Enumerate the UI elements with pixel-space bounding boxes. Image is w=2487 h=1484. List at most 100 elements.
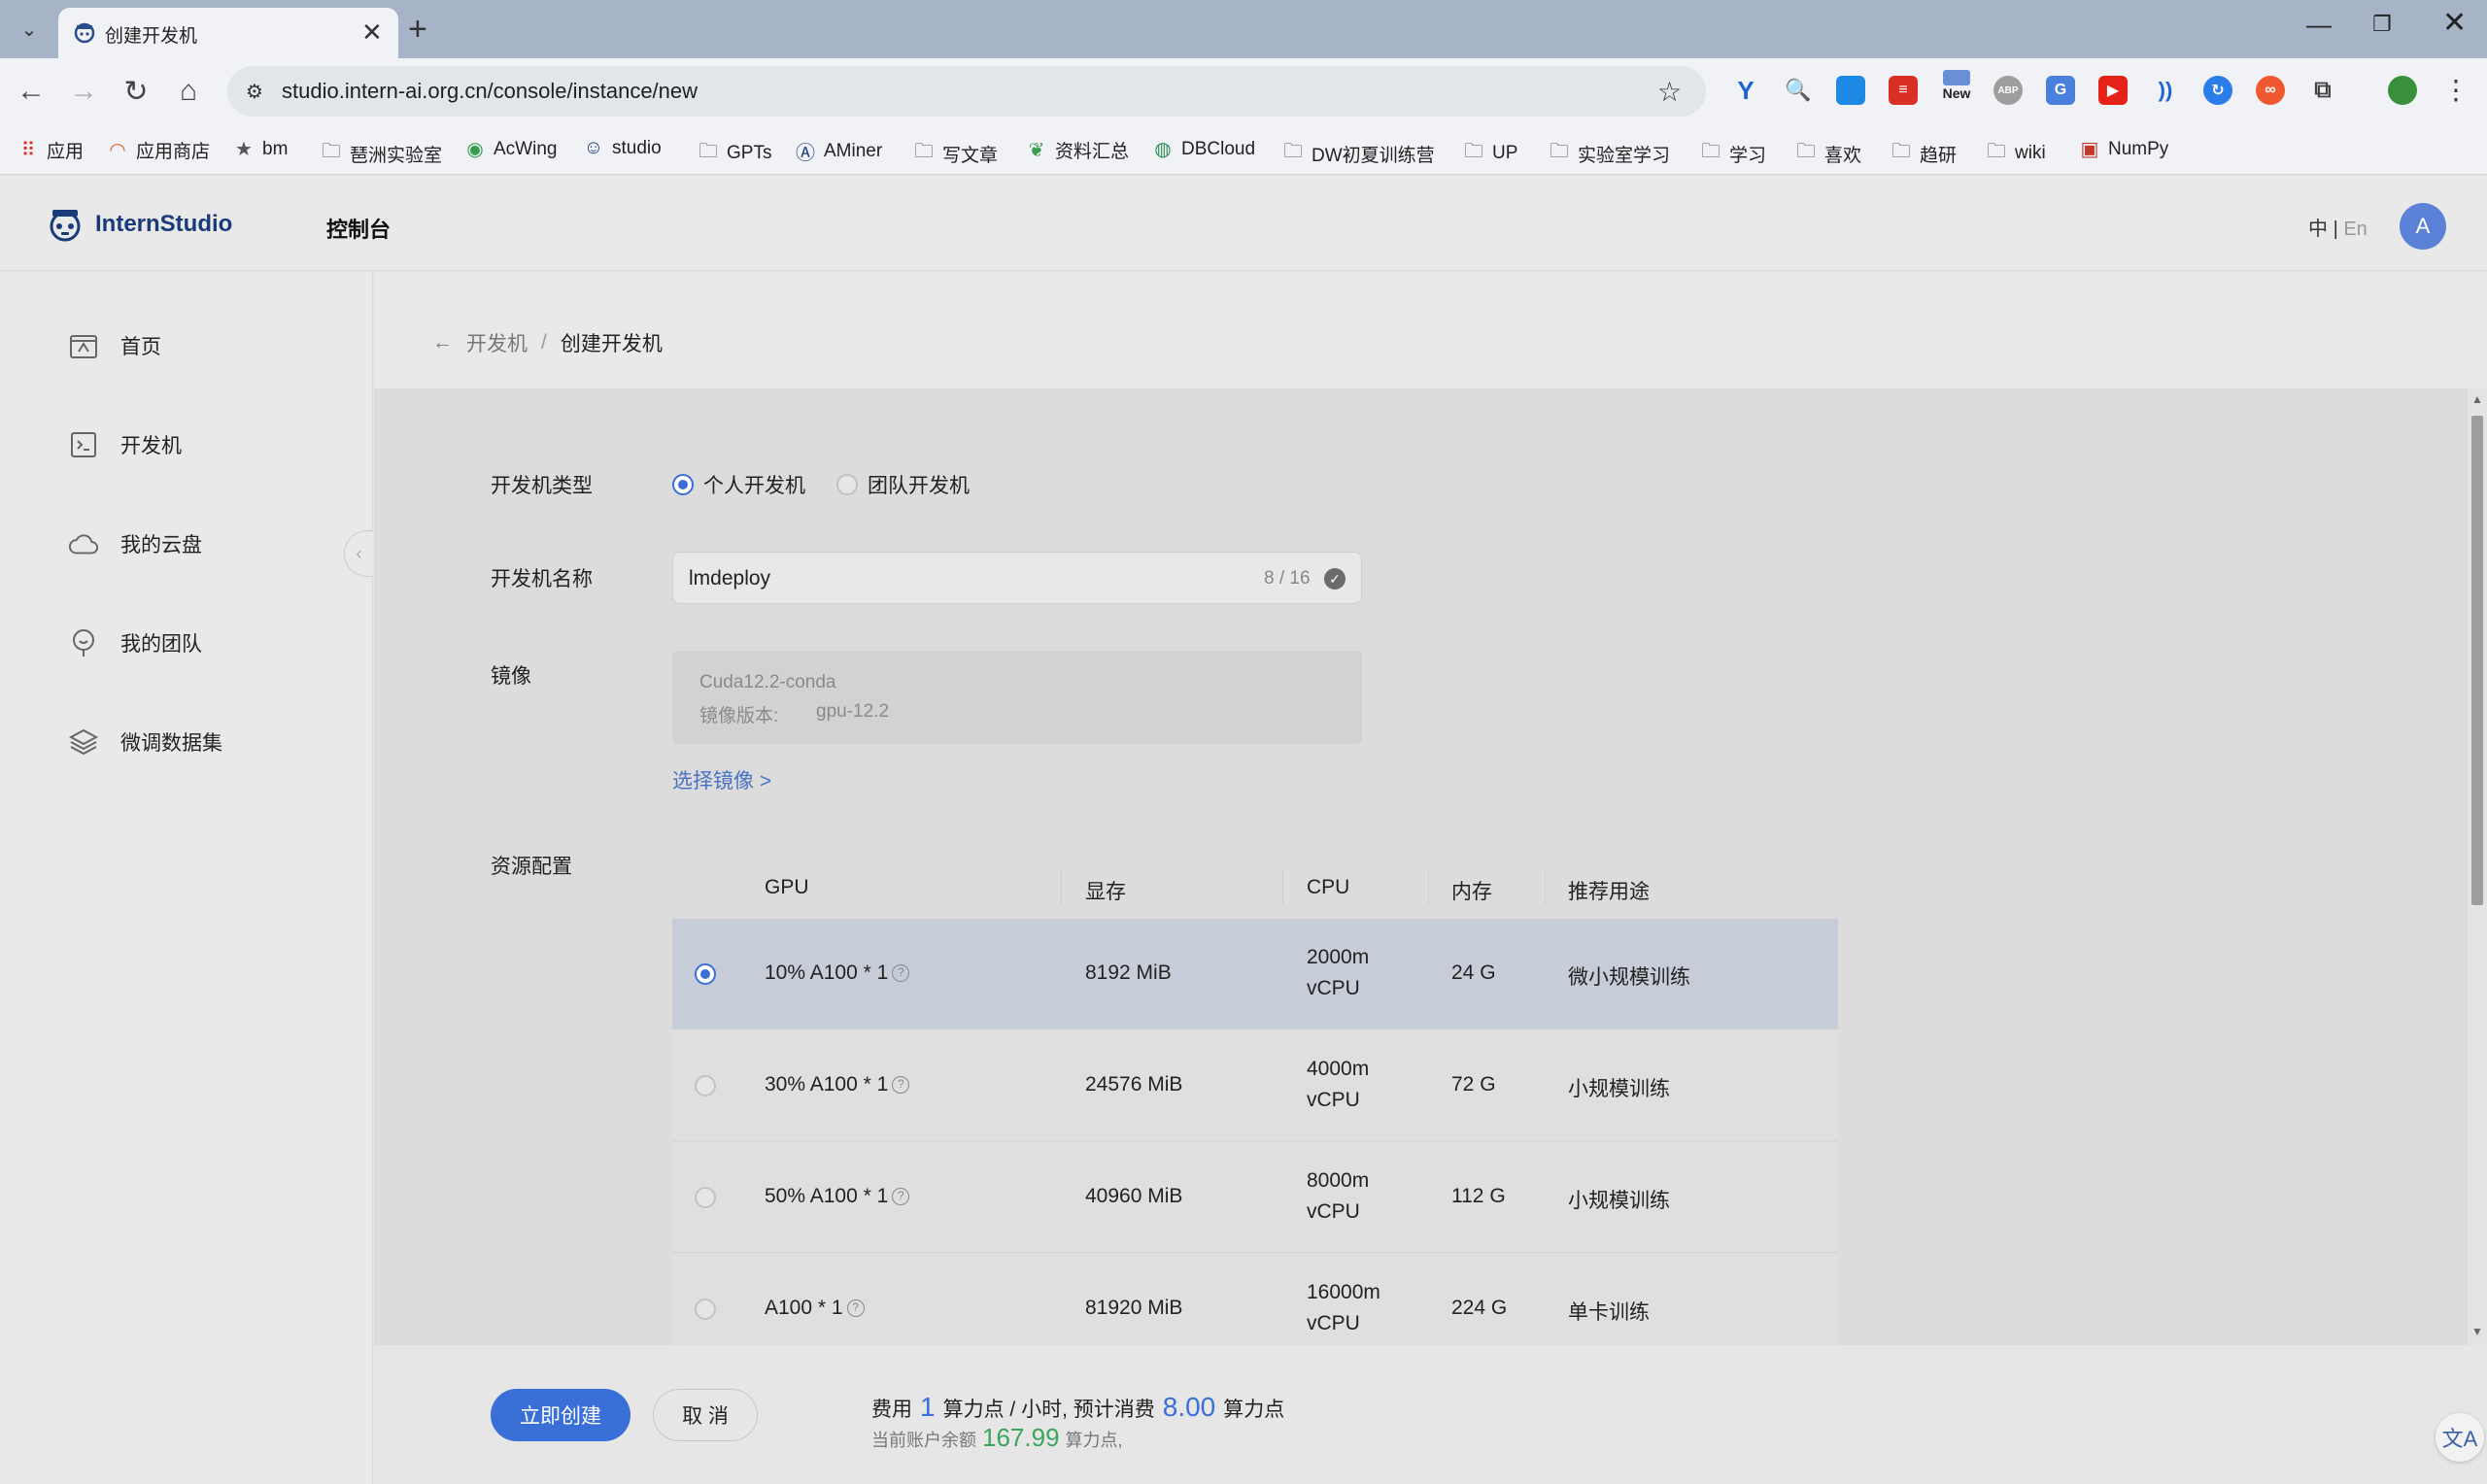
wave-extension-icon[interactable]: )) [2151, 76, 2180, 105]
cell-memory: 72 G [1451, 1073, 1496, 1096]
table-row[interactable]: 50% A100 * 1? 40960 MiB 8000m vCPU 112 G … [672, 1142, 1838, 1253]
breadcrumb-parent[interactable]: 开发机 [466, 328, 528, 357]
profile-avatar-icon[interactable] [2388, 76, 2417, 105]
radio-personal-label[interactable]: 个人开发机 [703, 470, 805, 499]
avatar[interactable]: A [2400, 203, 2446, 250]
extension-red-note-icon[interactable]: ≡ [1889, 76, 1918, 105]
bookmark-item[interactable]: 🗀 DW初夏训练营 [1282, 137, 1435, 170]
bookmark-item[interactable]: ⠿ 应用 [17, 137, 84, 163]
extension-blue-icon[interactable] [1836, 76, 1865, 105]
bookmark-item[interactable]: Ⓐ AMiner [795, 137, 882, 165]
window-close-icon[interactable]: ✕ [2442, 6, 2467, 40]
help-icon[interactable]: ? [892, 1076, 910, 1095]
bookmark-item[interactable]: ❦ 资料汇总 [1026, 137, 1129, 163]
bookmark-item[interactable]: 🗀 喜欢 [1795, 137, 1861, 170]
row-radio[interactable] [695, 963, 716, 985]
row-radio[interactable] [695, 1187, 716, 1208]
radio-personal[interactable] [672, 474, 694, 495]
radio-team[interactable] [836, 474, 858, 495]
cell-memory: 112 G [1451, 1185, 1506, 1207]
url-text[interactable]: studio.intern-ai.org.cn/console/instance… [282, 79, 698, 104]
extension-y-icon[interactable]: Y [1731, 76, 1760, 105]
bookmark-item[interactable]: ◠ 应用商店 [107, 137, 210, 163]
bookmark-star-icon[interactable]: ☆ [1657, 76, 1682, 108]
adblock-icon[interactable]: ABP [1993, 76, 2023, 105]
row-radio[interactable] [695, 1075, 716, 1096]
bookmark-item[interactable]: ◍ DBCloud [1152, 137, 1255, 161]
site-info-icon[interactable]: ⚙ [241, 78, 268, 105]
content-scrollbar[interactable]: ▲ ▼ [2468, 388, 2487, 1345]
bookmark-item[interactable]: 🗀 GPTs [698, 137, 771, 170]
extension-new-icon[interactable]: New [1937, 70, 1976, 101]
tab-close-icon[interactable]: ✕ [361, 17, 383, 47]
numpy-icon: ▣ [2080, 139, 2099, 160]
sidebar-item-home[interactable]: 首页 [68, 330, 161, 361]
bookmark-item[interactable]: 🗀 琶洲实验室 [321, 137, 442, 170]
video-extension-icon[interactable]: ▶ [2098, 76, 2128, 105]
lang-en[interactable]: En [2343, 219, 2367, 240]
bookmark-item[interactable]: 🗀 UP [1463, 137, 1517, 170]
scroll-thumb[interactable] [2471, 416, 2483, 905]
bookmark-label: 资料汇总 [1055, 142, 1130, 162]
bookmark-item[interactable]: 🗀 实验室学习 [1549, 137, 1670, 170]
create-button[interactable]: 立即创建 [491, 1389, 630, 1441]
sidebar-item-cloud[interactable]: 我的云盘 [68, 528, 202, 559]
extension-search-icon[interactable]: 🔍 [1784, 76, 1813, 105]
table-row[interactable]: A100 * 1? 81920 MiB 16000m vCPU 224 G 单卡训… [672, 1254, 1838, 1345]
lang-zh[interactable]: 中 [2308, 219, 2328, 240]
sidebar-item-datasets[interactable]: 微调数据集 [68, 726, 222, 758]
forward-arrow-icon[interactable]: → [64, 72, 103, 111]
logo-text: InternStudio [95, 211, 233, 237]
intern-logo-icon [50, 210, 81, 242]
window-restore-icon[interactable]: ❐ [2372, 12, 2392, 37]
cancel-button[interactable]: 取 消 [653, 1389, 758, 1441]
bookmark-item[interactable]: 🗀 写文章 [913, 137, 998, 170]
sidebar-item-label: 首页 [120, 336, 161, 358]
new-tab-button[interactable]: + [408, 12, 427, 47]
name-input-value[interactable]: lmdeploy [689, 567, 770, 590]
sidebar-item-team[interactable]: 我的团队 [68, 627, 202, 658]
bookmark-item[interactable]: 🗀 趋研 [1891, 137, 1957, 170]
table-row[interactable]: 10% A100 * 1? 8192 MiB 2000m vCPU 24 G 微小… [672, 919, 1838, 1029]
bookmark-item[interactable]: ☺ studio [583, 137, 662, 159]
choose-image-link[interactable]: 选择镜像 > [672, 765, 771, 794]
home-icon[interactable]: ⌂ [169, 72, 208, 111]
back-arrow-icon[interactable]: ← [12, 72, 51, 111]
image-version-label: 镜像版本: [699, 706, 779, 726]
extensions-puzzle-icon[interactable]: ⧉ [2308, 76, 2337, 105]
scroll-down-icon[interactable]: ▼ [2471, 1325, 2483, 1338]
tab-search-chevron-icon[interactable]: ⌄ [14, 14, 45, 45]
scroll-up-icon[interactable]: ▲ [2471, 392, 2483, 406]
breadcrumb-separator: / [541, 331, 547, 354]
logo[interactable]: InternStudio [45, 205, 232, 244]
cell-gpu: 30% A100 * 1? [765, 1073, 910, 1096]
table-row[interactable]: 30% A100 * 1? 24576 MiB 4000m vCPU 72 G 小… [672, 1030, 1838, 1141]
help-icon[interactable]: ? [846, 1299, 865, 1318]
browser-menu-icon[interactable]: ⋮ [2442, 74, 2470, 106]
cell-vram: 24576 MiB [1085, 1073, 1183, 1096]
bookmark-item[interactable]: ★ bm [233, 137, 288, 161]
breadcrumb-current: 创建开发机 [560, 333, 663, 355]
browser-tab-active[interactable]: 创建开发机 ✕ [58, 8, 398, 58]
translate-extension-icon[interactable]: G [2046, 76, 2075, 105]
bookmark-item[interactable]: ▣ NumPy [2079, 137, 2169, 161]
help-icon[interactable]: ? [892, 964, 910, 983]
cell-usage: 小规模训练 [1568, 1078, 1670, 1100]
translate-icon[interactable]: 文A [2436, 1413, 2484, 1462]
row-radio[interactable] [695, 1298, 716, 1320]
bookmark-item[interactable]: 🗀 学习 [1700, 137, 1766, 170]
address-bar[interactable]: ⚙ studio.intern-ai.org.cn/console/instan… [227, 66, 1706, 117]
sidebar-item-devmachine[interactable]: 开发机 [68, 429, 182, 460]
reload-icon[interactable]: ↻ [117, 72, 155, 111]
name-input[interactable]: lmdeploy 8 / 16 ✓ [672, 552, 1362, 604]
bookmark-item[interactable]: ◉ AcWing [464, 137, 557, 161]
back-arrow-icon[interactable]: ← [432, 331, 453, 354]
help-icon[interactable]: ? [892, 1188, 910, 1206]
bookmark-item[interactable]: 🗀 wiki [1986, 137, 2046, 170]
window-minimize-icon[interactable]: — [2306, 10, 2332, 40]
infinity-extension-icon[interactable]: ∞ [2256, 76, 2285, 105]
radio-team-label[interactable]: 团队开发机 [868, 470, 970, 499]
sidebar-item-label: 开发机 [120, 435, 182, 457]
language-switch[interactable]: 中 | En [2308, 213, 2368, 241]
circle-extension-icon[interactable]: ↻ [2203, 76, 2232, 105]
